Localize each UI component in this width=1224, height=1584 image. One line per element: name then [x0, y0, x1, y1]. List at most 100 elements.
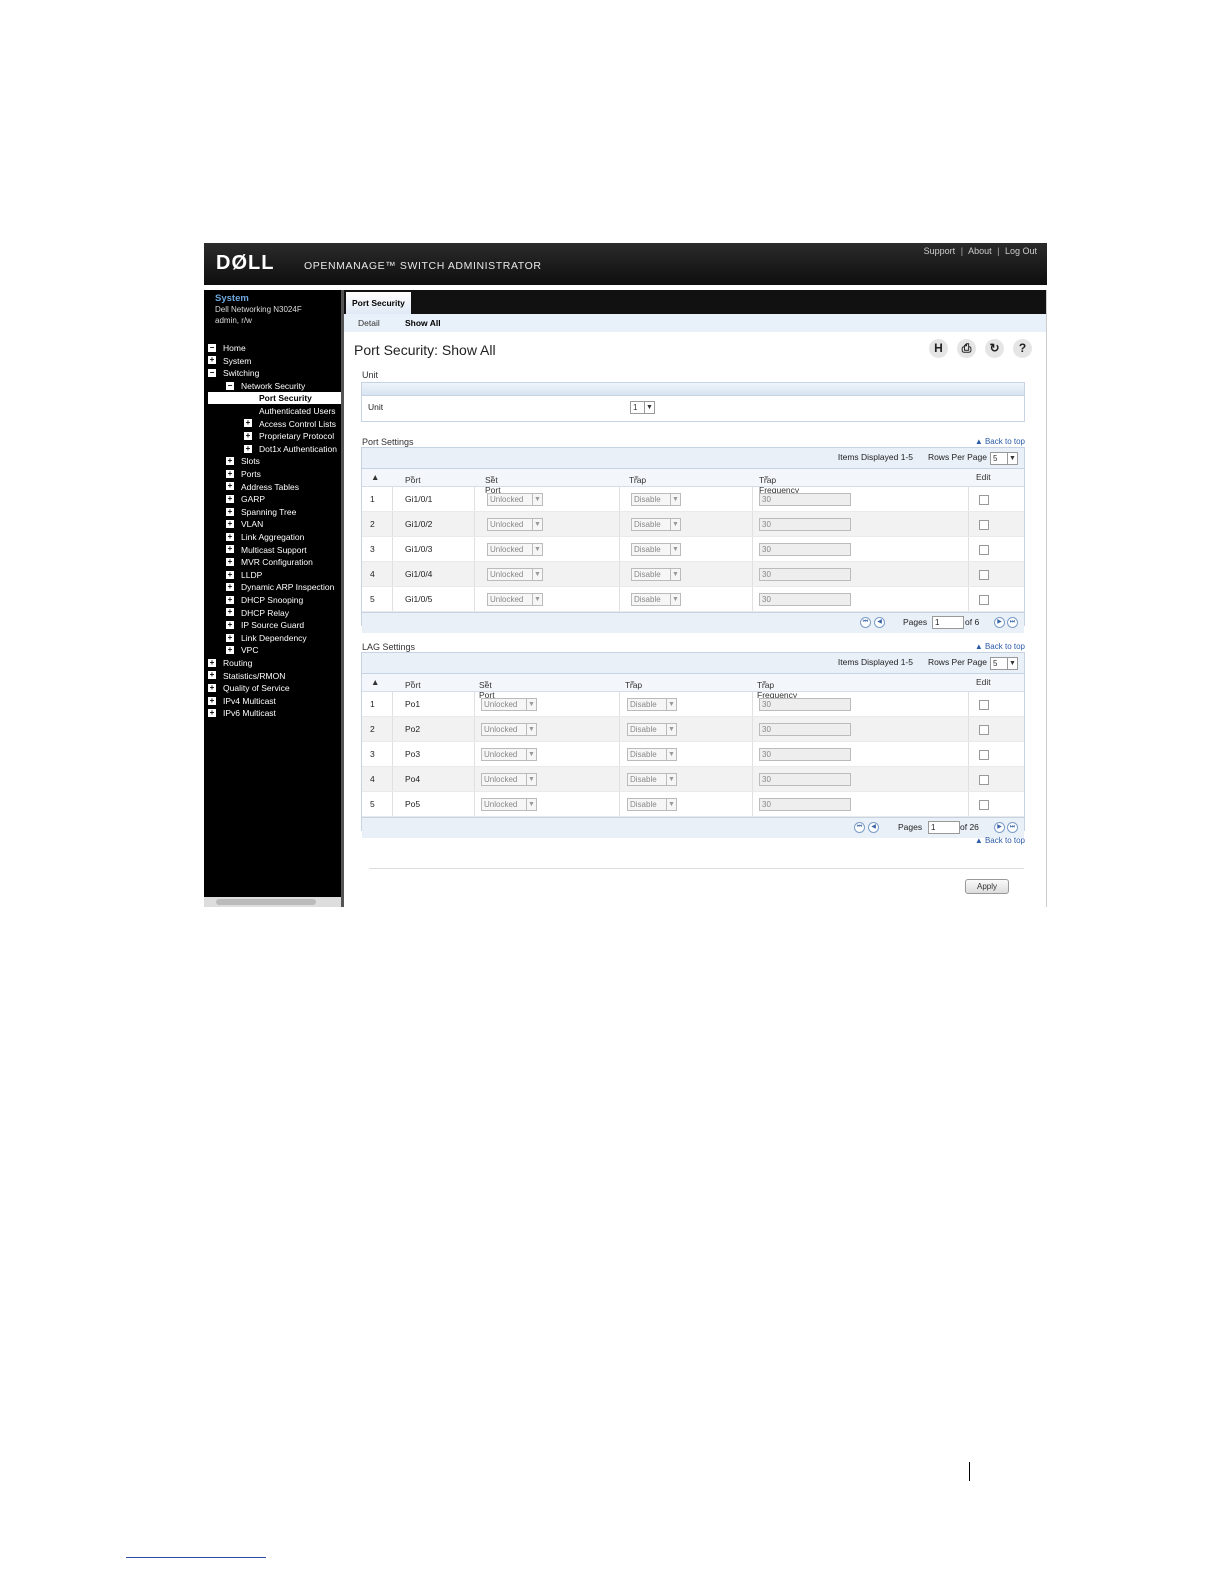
trap-select[interactable]: Disable ▼	[631, 568, 681, 581]
nav-item[interactable]: + Spanning Tree	[226, 506, 341, 518]
expand-icon[interactable]: +	[226, 633, 234, 642]
first-page-icon[interactable]: ⏮	[860, 617, 871, 628]
expand-icon[interactable]: +	[226, 557, 234, 566]
expand-icon[interactable]: +	[208, 658, 216, 667]
expand-icon[interactable]: +	[244, 419, 252, 428]
trap-frequency-input[interactable]: 30	[759, 593, 851, 606]
subtab-detail[interactable]: Detail	[358, 318, 380, 328]
expand-icon[interactable]: +	[208, 709, 216, 718]
nav-item[interactable]: − Home	[208, 342, 341, 354]
edit-checkbox[interactable]	[979, 750, 989, 760]
expand-icon[interactable]: +	[226, 457, 234, 466]
scroll-thumb[interactable]	[216, 899, 316, 905]
next-page-icon[interactable]: ▶	[994, 822, 1005, 833]
last-page-icon[interactable]: ⏭	[1007, 617, 1018, 628]
nav-item[interactable]: + IPv4 Multicast	[208, 695, 341, 707]
sort-index-icon[interactable]: ▲	[371, 472, 379, 482]
trap-frequency-input[interactable]: 30	[759, 723, 851, 736]
expand-icon[interactable]: +	[208, 696, 216, 705]
set-port-select[interactable]: Unlocked ▼	[481, 798, 537, 811]
nav-item[interactable]: + Dot1x Authentication	[244, 443, 341, 455]
back-to-top-link[interactable]: ▲ Back to top	[975, 437, 1025, 446]
nav-item[interactable]: − Switching	[208, 367, 341, 379]
set-port-select[interactable]: Unlocked ▼	[481, 773, 537, 786]
edit-checkbox[interactable]	[979, 725, 989, 735]
nav-item[interactable]: + Routing	[208, 657, 341, 669]
back-to-top-link[interactable]: ▲ Back to top	[975, 642, 1025, 651]
nav-item[interactable]: + MVR Configuration	[226, 556, 341, 568]
nav-item[interactable]: + DHCP Snooping	[226, 594, 341, 606]
nav-item[interactable]: + Multicast Support	[226, 544, 341, 556]
set-port-select[interactable]: Unlocked ▼	[487, 493, 543, 506]
trap-frequency-input[interactable]: 30	[759, 568, 851, 581]
print-icon[interactable]: ⎙	[957, 339, 976, 358]
trap-select[interactable]: Disable ▼	[627, 748, 677, 761]
nav-item[interactable]: + DHCP Relay	[226, 607, 341, 619]
trap-frequency-input[interactable]: 30	[759, 543, 851, 556]
refresh-icon[interactable]: ↻	[985, 339, 1004, 358]
trap-select[interactable]: Disable ▼	[627, 698, 677, 711]
nav-item[interactable]: + Dynamic ARP Inspection	[226, 581, 341, 593]
set-port-select[interactable]: Unlocked ▼	[487, 568, 543, 581]
nav-item[interactable]: + GARP	[226, 493, 341, 505]
prev-page-icon[interactable]: ◀	[868, 822, 879, 833]
nav-item[interactable]: + Quality of Service	[208, 682, 341, 694]
expand-icon[interactable]: +	[226, 520, 234, 529]
nav-item[interactable]: + IPv6 Multicast	[208, 707, 341, 719]
nav-item[interactable]: + Address Tables	[226, 481, 341, 493]
nav-item[interactable]: Authenticated Users	[244, 405, 356, 417]
logout-link[interactable]: Log Out	[1005, 246, 1037, 256]
set-port-select[interactable]: Unlocked ▼	[481, 723, 537, 736]
unit-select[interactable]: 1 ▼	[630, 401, 655, 414]
collapse-icon[interactable]: −	[226, 381, 234, 390]
nav-item[interactable]: + VPC	[226, 644, 341, 656]
edit-checkbox[interactable]	[979, 800, 989, 810]
nav-item[interactable]: + Statistics/RMON	[208, 670, 341, 682]
collapse-icon[interactable]: −	[208, 343, 216, 352]
nav-horizontal-scrollbar[interactable]	[204, 897, 341, 907]
expand-icon[interactable]: +	[226, 608, 234, 617]
expand-icon[interactable]: +	[226, 545, 234, 554]
expand-icon[interactable]: +	[226, 482, 234, 491]
edit-checkbox[interactable]	[979, 495, 989, 505]
apply-button[interactable]: Apply	[965, 879, 1009, 894]
trap-select[interactable]: Disable ▼	[631, 518, 681, 531]
trap-select[interactable]: Disable ▼	[627, 723, 677, 736]
expand-icon[interactable]: +	[226, 570, 234, 579]
page-input[interactable]: 1	[928, 821, 960, 834]
trap-frequency-input[interactable]: 30	[759, 798, 851, 811]
trap-frequency-input[interactable]: 30	[759, 773, 851, 786]
nav-item[interactable]: + Ports	[226, 468, 341, 480]
trap-select[interactable]: Disable ▼	[627, 773, 677, 786]
expand-icon[interactable]: +	[226, 532, 234, 541]
nav-item[interactable]: + Link Dependency	[226, 632, 341, 644]
expand-icon[interactable]: +	[208, 671, 216, 680]
nav-item[interactable]: + IP Source Guard	[226, 619, 341, 631]
expand-icon[interactable]: +	[226, 469, 234, 478]
page-input[interactable]: 1	[932, 616, 964, 629]
tab-port-security[interactable]: Port Security	[346, 292, 411, 314]
subtab-show-all[interactable]: Show All	[405, 318, 441, 328]
trap-frequency-input[interactable]: 30	[759, 698, 851, 711]
expand-icon[interactable]: +	[226, 583, 234, 592]
nav-item[interactable]: + VLAN	[226, 518, 341, 530]
nav-item[interactable]: + Slots	[226, 455, 341, 467]
trap-select[interactable]: Disable ▼	[631, 543, 681, 556]
expand-icon[interactable]: +	[244, 444, 252, 453]
edit-checkbox[interactable]	[979, 595, 989, 605]
set-port-select[interactable]: Unlocked ▼	[487, 518, 543, 531]
expand-icon[interactable]: +	[226, 620, 234, 629]
nav-item[interactable]: − Network Security	[226, 380, 341, 392]
set-port-select[interactable]: Unlocked ▼	[481, 698, 537, 711]
help-icon[interactable]: ?	[1013, 339, 1032, 358]
save-icon[interactable]: H	[929, 339, 948, 358]
expand-icon[interactable]: +	[226, 595, 234, 604]
edit-checkbox[interactable]	[979, 520, 989, 530]
trap-select[interactable]: Disable ▼	[631, 593, 681, 606]
trap-frequency-input[interactable]: 30	[759, 748, 851, 761]
trap-select[interactable]: Disable ▼	[627, 798, 677, 811]
collapse-icon[interactable]: −	[208, 368, 216, 377]
expand-icon[interactable]: +	[208, 356, 216, 365]
back-to-top-link[interactable]: ▲ Back to top	[975, 836, 1025, 845]
expand-icon[interactable]: +	[226, 507, 234, 516]
